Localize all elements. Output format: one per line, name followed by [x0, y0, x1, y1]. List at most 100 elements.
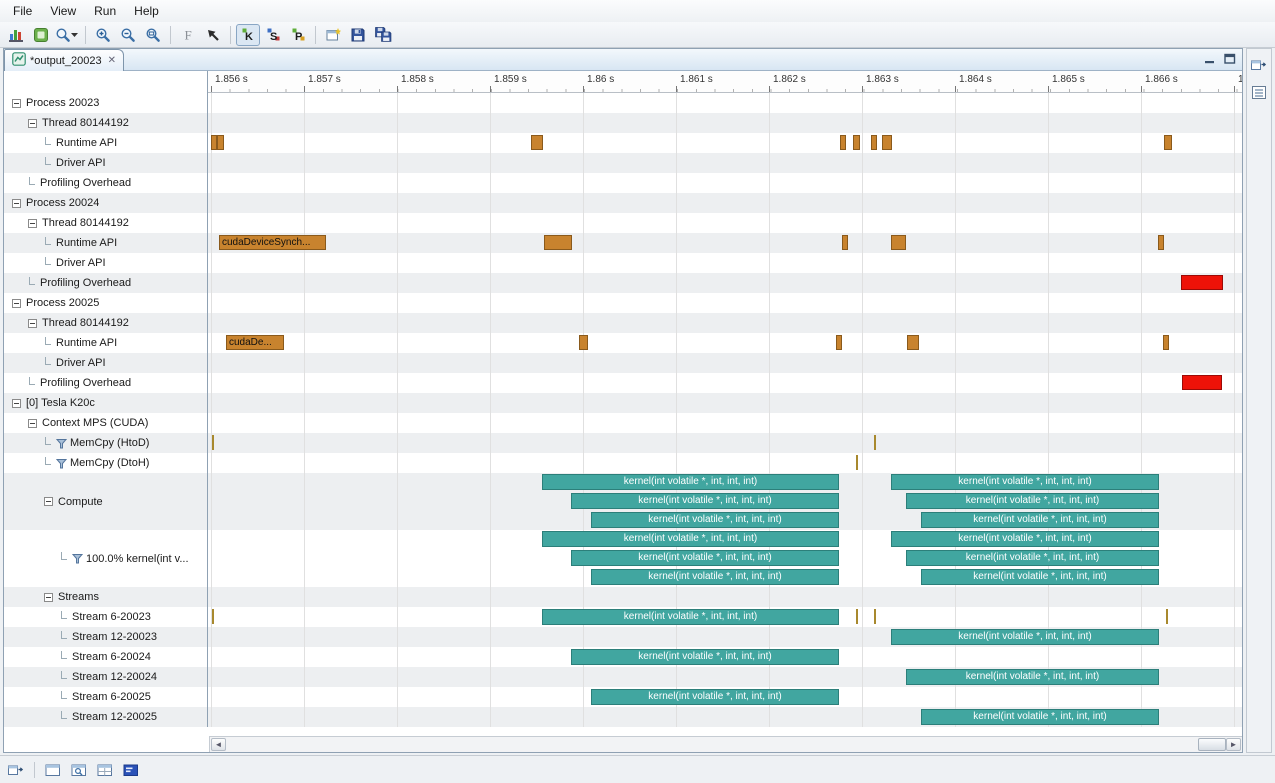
- tree-row-runtime-api[interactable]: Runtime API: [4, 133, 207, 153]
- filter-button[interactable]: F: [176, 24, 200, 46]
- timeline-mark[interactable]: [217, 135, 224, 150]
- timeline-row-profiling-overhead[interactable]: [208, 373, 1242, 393]
- timeline-canvas[interactable]: cudaDeviceSynch...cudaDe...kernel(int vo…: [208, 93, 1242, 727]
- timeline-row-100-0-kernel-int-v[interactable]: kernel(int volatile *, int, int, int) ker…: [208, 530, 1242, 587]
- timeline-bar[interactable]: kernel(int volatile *, int, int, int): [891, 474, 1159, 490]
- menu-run[interactable]: Run: [85, 2, 125, 20]
- collapse-toggle-icon[interactable]: [12, 299, 21, 308]
- timeline-bar[interactable]: kernel(int volatile *, int, int, int): [571, 493, 839, 509]
- tree-row-stream-12-20024[interactable]: Stream 12-20024: [4, 667, 207, 687]
- properties-view-button[interactable]: [1249, 82, 1269, 102]
- timeline-row-stream-12-20023[interactable]: kernel(int volatile *, int, int, int): [208, 627, 1242, 647]
- timeline-row-driver-api[interactable]: [208, 253, 1242, 273]
- timeline-row-stream-12-20025[interactable]: kernel(int volatile *, int, int, int): [208, 707, 1242, 727]
- timeline-mark[interactable]: [544, 235, 572, 250]
- timeline-mark[interactable]: [853, 135, 860, 150]
- timeline-row-stream-6-20025[interactable]: kernel(int volatile *, int, int, int): [208, 687, 1242, 707]
- maximize-button[interactable]: [1223, 53, 1237, 68]
- timeline-row-memcpy-htod[interactable]: [208, 433, 1242, 453]
- gpu-details-view-button[interactable]: [68, 760, 90, 780]
- timeline-mark[interactable]: [874, 609, 876, 624]
- timeline-row-memcpy-dtoh[interactable]: [208, 453, 1242, 473]
- tree-row-memcpy-htod[interactable]: MemCpy (HtoD): [4, 433, 207, 453]
- collapse-toggle-icon[interactable]: [28, 219, 37, 228]
- timeline-bar[interactable]: kernel(int volatile *, int, int, int): [591, 512, 839, 528]
- analysis-view-button[interactable]: [42, 760, 64, 780]
- timeline-bar[interactable]: kernel(int volatile *, int, int, int): [542, 474, 839, 490]
- timeline-mark[interactable]: [212, 609, 214, 624]
- timeline-bar[interactable]: kernel(int volatile *, int, int, int): [542, 609, 839, 625]
- timeline-row-thread-80144192[interactable]: [208, 313, 1242, 333]
- tree-row-thread-80144192[interactable]: Thread 80144192: [4, 213, 207, 233]
- timeline-bar[interactable]: kernel(int volatile *, int, int, int): [891, 531, 1159, 547]
- tree-row-thread-80144192[interactable]: Thread 80144192: [4, 113, 207, 133]
- horizontal-scrollbar[interactable]: ◄ ►: [209, 736, 1242, 752]
- timeline-row-process-20024[interactable]: [208, 193, 1242, 213]
- tree-row-driver-api[interactable]: Driver API: [4, 153, 207, 173]
- save-button[interactable]: [346, 24, 370, 46]
- tree-row-process-20024[interactable]: Process 20024: [4, 193, 207, 213]
- timeline-bar[interactable]: kernel(int volatile *, int, int, int): [571, 550, 839, 566]
- new-session-button[interactable]: [321, 24, 345, 46]
- timeline-bar[interactable]: kernel(int volatile *, int, int, int): [921, 512, 1159, 528]
- timeline-mark[interactable]: [531, 135, 543, 150]
- timeline-row-streams[interactable]: [208, 587, 1242, 607]
- tab-output-20023[interactable]: *output_20023 ✕: [4, 49, 124, 71]
- timeline-row-profiling-overhead[interactable]: [208, 173, 1242, 193]
- save-all-button[interactable]: [371, 24, 395, 46]
- tree-row-profiling-overhead[interactable]: Profiling Overhead: [4, 373, 207, 393]
- fast-view-bar-button[interactable]: [5, 760, 27, 780]
- timeline-bar[interactable]: kernel(int volatile *, int, int, int): [906, 669, 1159, 685]
- menu-view[interactable]: View: [41, 2, 85, 20]
- tree-row-runtime-api[interactable]: Runtime API: [4, 333, 207, 353]
- zoom-in-button[interactable]: [91, 24, 115, 46]
- timeline-mark[interactable]: [907, 335, 919, 350]
- timeline-bar[interactable]: kernel(int volatile *, int, int, int): [591, 569, 839, 585]
- collapse-toggle-icon[interactable]: [12, 99, 21, 108]
- tab-close-icon[interactable]: ✕: [108, 55, 116, 66]
- timeline-mark[interactable]: [871, 135, 877, 150]
- console-view-button[interactable]: [120, 760, 142, 780]
- tree-row-driver-api[interactable]: Driver API: [4, 353, 207, 373]
- tree-row-profiling-overhead[interactable]: Profiling Overhead: [4, 173, 207, 193]
- timeline-row-0-tesla-k20c[interactable]: [208, 393, 1242, 413]
- timeline-mark[interactable]: [1181, 275, 1223, 290]
- tree-row-streams[interactable]: Streams: [4, 587, 207, 607]
- timeline-row-thread-80144192[interactable]: [208, 113, 1242, 133]
- tree-row-driver-api[interactable]: Driver API: [4, 253, 207, 273]
- collapse-toggle-icon[interactable]: [28, 119, 37, 128]
- timeline-mark[interactable]: [1182, 375, 1222, 390]
- timeline-row-driver-api[interactable]: [208, 153, 1242, 173]
- collapse-toggle-icon[interactable]: [12, 399, 21, 408]
- timeline-mark[interactable]: [1163, 335, 1169, 350]
- collapse-toggle-icon[interactable]: [28, 419, 37, 428]
- timeline-row-profiling-overhead[interactable]: [208, 273, 1242, 293]
- timeline-row-context-mps-cuda[interactable]: [208, 413, 1242, 433]
- timeline-mark[interactable]: [891, 235, 906, 250]
- collapse-toggle-icon[interactable]: [12, 199, 21, 208]
- scroll-right-button[interactable]: ►: [1226, 738, 1241, 751]
- timeline-bar[interactable]: kernel(int volatile *, int, int, int): [591, 689, 839, 705]
- tree-row-runtime-api[interactable]: Runtime API: [4, 233, 207, 253]
- timeline-row-driver-api[interactable]: [208, 353, 1242, 373]
- kernel-mode-button[interactable]: K: [236, 24, 260, 46]
- tree-row-stream-12-20025[interactable]: Stream 12-20025: [4, 707, 207, 727]
- timeline-mark[interactable]: [1164, 135, 1172, 150]
- timeline-bar[interactable]: kernel(int volatile *, int, int, int): [906, 493, 1159, 509]
- menu-file[interactable]: File: [4, 2, 41, 20]
- tree-row-thread-80144192[interactable]: Thread 80144192: [4, 313, 207, 333]
- timeline-bar[interactable]: kernel(int volatile *, int, int, int): [906, 550, 1159, 566]
- scroll-left-button[interactable]: ◄: [211, 738, 226, 751]
- tree-row-stream-6-20025[interactable]: Stream 6-20025: [4, 687, 207, 707]
- scrollbar-thumb[interactable]: [1198, 738, 1226, 751]
- tree-row-compute[interactable]: Compute: [4, 473, 207, 530]
- zoom-fit-button[interactable]: [141, 24, 165, 46]
- analyze-menu-button[interactable]: [54, 24, 80, 46]
- timeline-row-stream-12-20024[interactable]: kernel(int volatile *, int, int, int): [208, 667, 1242, 687]
- tree-row-100-0-kernel-int-v[interactable]: 100.0% kernel(int v...: [4, 530, 207, 587]
- timeline-mark[interactable]: [1158, 235, 1164, 250]
- tree-row-stream-12-20023[interactable]: Stream 12-20023: [4, 627, 207, 647]
- tree-row-context-mps-cuda[interactable]: Context MPS (CUDA): [4, 413, 207, 433]
- timeline-row-stream-6-20023[interactable]: kernel(int volatile *, int, int, int): [208, 607, 1242, 627]
- collapse-toggle-icon[interactable]: [28, 319, 37, 328]
